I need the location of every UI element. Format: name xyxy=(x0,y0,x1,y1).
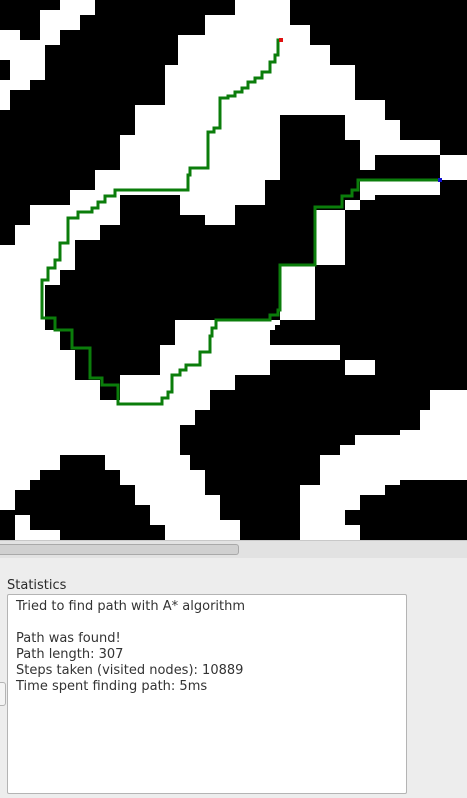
stats-line-steps: Steps taken (visited nodes): 10889 xyxy=(16,663,244,678)
obstacle xyxy=(0,60,10,80)
statistics-label: Statistics xyxy=(7,578,67,593)
goal-marker xyxy=(438,178,442,182)
map-svg xyxy=(0,0,467,540)
obstacle xyxy=(0,510,15,540)
horizontal-scrollbar[interactable] xyxy=(0,540,467,558)
stats-line-algorithm: Tried to find path with A* algorithm xyxy=(16,599,246,614)
scrollbar-thumb[interactable] xyxy=(0,544,239,555)
map-canvas[interactable] xyxy=(0,0,467,540)
stats-line-blank xyxy=(16,615,398,631)
partial-button[interactable] xyxy=(0,682,6,706)
statistics-textarea[interactable]: Tried to find path with A* algorithm Pat… xyxy=(7,594,407,794)
start-marker xyxy=(279,38,283,42)
stats-line-path-found: Path was found! xyxy=(16,631,121,646)
stats-line-path-length: Path length: 307 xyxy=(16,647,124,662)
stats-line-time: Time spent finding path: 5ms xyxy=(16,679,208,694)
